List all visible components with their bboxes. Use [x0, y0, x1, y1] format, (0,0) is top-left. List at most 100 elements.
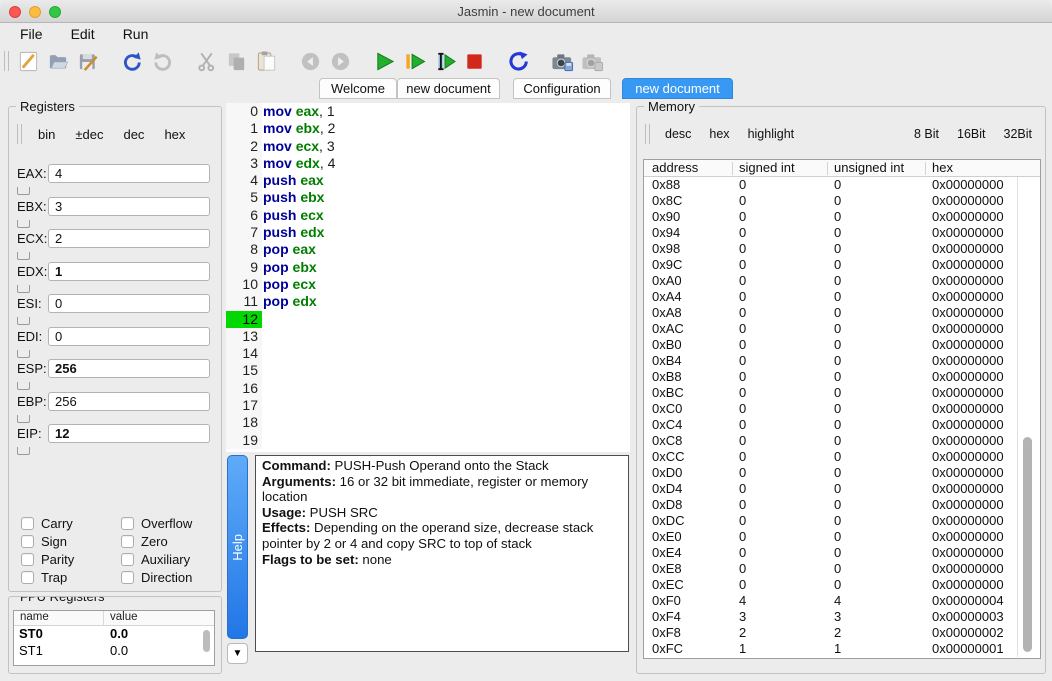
register-value-field[interactable]: 0: [48, 294, 210, 313]
code-line[interactable]: 10 pop ecx: [226, 275, 630, 294]
flag-checkbox[interactable]: [121, 516, 134, 530]
register-value-field[interactable]: 1: [48, 262, 210, 281]
menu-run[interactable]: Run: [109, 24, 163, 45]
memory-row[interactable]: 0xA8 0 0 0x00000000: [644, 305, 1017, 321]
memory-row[interactable]: 0xC8 0 0 0x00000000: [644, 433, 1017, 449]
tab-new-document[interactable]: new document: [397, 78, 500, 99]
code-line[interactable]: 13: [226, 327, 630, 346]
register-value-field[interactable]: 2: [48, 229, 210, 248]
code-line[interactable]: 16: [226, 379, 630, 398]
cut-icon[interactable]: [193, 48, 219, 74]
memory-row[interactable]: 0xFC 1 1 0x00000001: [644, 641, 1017, 657]
snapshot-save-icon[interactable]: [549, 48, 575, 74]
register-value-field[interactable]: 12: [48, 424, 210, 443]
flag-checkbox[interactable]: [21, 570, 34, 584]
memory-row[interactable]: 0x98 0 0 0x00000000: [644, 241, 1017, 257]
code-line[interactable]: 19: [226, 431, 630, 449]
registers-mode-button-pmdec[interactable]: ±dec: [65, 127, 113, 142]
fpu-register-row[interactable]: ST0 0.0: [14, 626, 214, 643]
register-expand-button[interactable]: [17, 220, 30, 228]
registers-mode-button-dec[interactable]: dec: [113, 127, 154, 142]
step-icon[interactable]: [431, 48, 457, 74]
tab-configuration[interactable]: Configuration: [513, 78, 611, 99]
memory-width-button-8bit[interactable]: 8 Bit: [905, 127, 948, 141]
memory-row[interactable]: 0x88 0 0 0x00000000: [644, 177, 1017, 193]
memory-row[interactable]: 0xEC 0 0 0x00000000: [644, 577, 1017, 593]
register-expand-button[interactable]: [17, 285, 30, 293]
memory-row[interactable]: 0xD4 0 0 0x00000000: [644, 481, 1017, 497]
register-value-field[interactable]: 256: [48, 359, 210, 378]
memory-row[interactable]: 0xD8 0 0 0x00000000: [644, 497, 1017, 513]
memory-col-address[interactable]: address: [652, 160, 698, 175]
register-expand-button[interactable]: [17, 317, 30, 325]
redo-icon[interactable]: [149, 48, 175, 74]
flag-checkbox[interactable]: [121, 534, 134, 548]
register-expand-button[interactable]: [17, 382, 30, 390]
flag-checkbox[interactable]: [121, 552, 134, 566]
snapshot-load-icon[interactable]: [579, 48, 605, 74]
memory-row[interactable]: 0xE0 0 0 0x00000000: [644, 529, 1017, 545]
fpu-scrollbar-thumb[interactable]: [203, 630, 210, 652]
flag-checkbox[interactable]: [121, 570, 134, 584]
memory-row[interactable]: 0x90 0 0 0x00000000: [644, 209, 1017, 225]
memory-col-unsigned-int[interactable]: unsigned int: [834, 160, 904, 175]
memory-row[interactable]: 0xA0 0 0 0x00000000: [644, 273, 1017, 289]
memory-row[interactable]: 0xB0 0 0 0x00000000: [644, 337, 1017, 353]
code-line[interactable]: 2 mov ecx, 3: [226, 137, 630, 155]
paste-icon[interactable]: [253, 48, 279, 74]
tab-welcome[interactable]: Welcome: [319, 78, 397, 99]
memory-row[interactable]: 0xA4 0 0 0x00000000: [644, 289, 1017, 305]
memory-row[interactable]: 0xD0 0 0 0x00000000: [644, 465, 1017, 481]
code-editor[interactable]: 0 mov eax, 1 1 mov ebx, 2 2 mov ecx, 3 3 mov ed…: [226, 103, 630, 452]
register-value-field[interactable]: 3: [48, 197, 210, 216]
memory-view-button-highlight[interactable]: highlight: [739, 127, 804, 141]
flag-checkbox[interactable]: [21, 552, 34, 566]
code-line[interactable]: 15: [226, 362, 630, 380]
code-line[interactable]: 17: [226, 397, 630, 415]
memory-row[interactable]: 0xB8 0 0 0x00000000: [644, 369, 1017, 385]
menu-file[interactable]: File: [6, 24, 57, 45]
code-line[interactable]: 0 mov eax, 1: [226, 103, 630, 121]
memory-toolbar-handle[interactable]: [645, 124, 650, 144]
memory-row[interactable]: 0xCC 0 0 0x00000000: [644, 449, 1017, 465]
code-line-current[interactable]: 12: [226, 310, 630, 328]
memory-row[interactable]: 0xBC 0 0 0x00000000: [644, 385, 1017, 401]
flag-checkbox[interactable]: [21, 516, 34, 530]
memory-width-button-16bit[interactable]: 16Bit: [948, 127, 995, 141]
memory-col-hex[interactable]: hex: [932, 160, 953, 175]
menu-edit[interactable]: Edit: [57, 24, 109, 45]
memory-row[interactable]: 0xE4 0 0 0x00000000: [644, 545, 1017, 561]
memory-row[interactable]: 0xF0 4 4 0x00000004: [644, 593, 1017, 609]
code-line[interactable]: 8 pop eax: [226, 241, 630, 259]
help-collapse-button[interactable]: ▼: [227, 643, 248, 664]
register-expand-button[interactable]: [17, 252, 30, 260]
reset-icon[interactable]: [505, 48, 531, 74]
title-bar[interactable]: Jasmin - new document: [0, 0, 1052, 23]
back-icon[interactable]: [297, 48, 323, 74]
code-line[interactable]: 1 mov ebx, 2: [226, 120, 630, 138]
toolbar-handle[interactable]: [4, 51, 9, 71]
memory-row[interactable]: 0x8C 0 0 0x00000000: [644, 193, 1017, 209]
register-expand-button[interactable]: [17, 350, 30, 358]
code-line[interactable]: 4 push eax: [226, 172, 630, 190]
code-line[interactable]: 18: [226, 414, 630, 432]
run-pause-icon[interactable]: [401, 48, 427, 74]
memory-row[interactable]: 0x94 0 0 0x00000000: [644, 225, 1017, 241]
tab-new-document[interactable]: new document: [622, 78, 733, 99]
memory-width-button-32bit[interactable]: 32Bit: [995, 127, 1042, 141]
memory-row[interactable]: 0xB4 0 0 0x00000000: [644, 353, 1017, 369]
stop-icon[interactable]: [461, 48, 487, 74]
memory-col-signed-int[interactable]: signed int: [739, 160, 795, 175]
register-value-field[interactable]: 4: [48, 164, 210, 183]
forward-icon[interactable]: [327, 48, 353, 74]
register-value-field[interactable]: 0: [48, 327, 210, 346]
flag-checkbox[interactable]: [21, 534, 34, 548]
memory-row[interactable]: 0xF4 3 3 0x00000003: [644, 609, 1017, 625]
memory-view-button-hex[interactable]: hex: [700, 127, 738, 141]
memory-view-button-desc[interactable]: desc: [656, 127, 700, 141]
register-value-field[interactable]: 256: [48, 392, 210, 411]
register-expand-button[interactable]: [17, 415, 30, 423]
code-line[interactable]: 11 pop edx: [226, 293, 630, 311]
registers-toolbar-handle[interactable]: [17, 124, 22, 144]
memory-row[interactable]: 0xC4 0 0 0x00000000: [644, 417, 1017, 433]
